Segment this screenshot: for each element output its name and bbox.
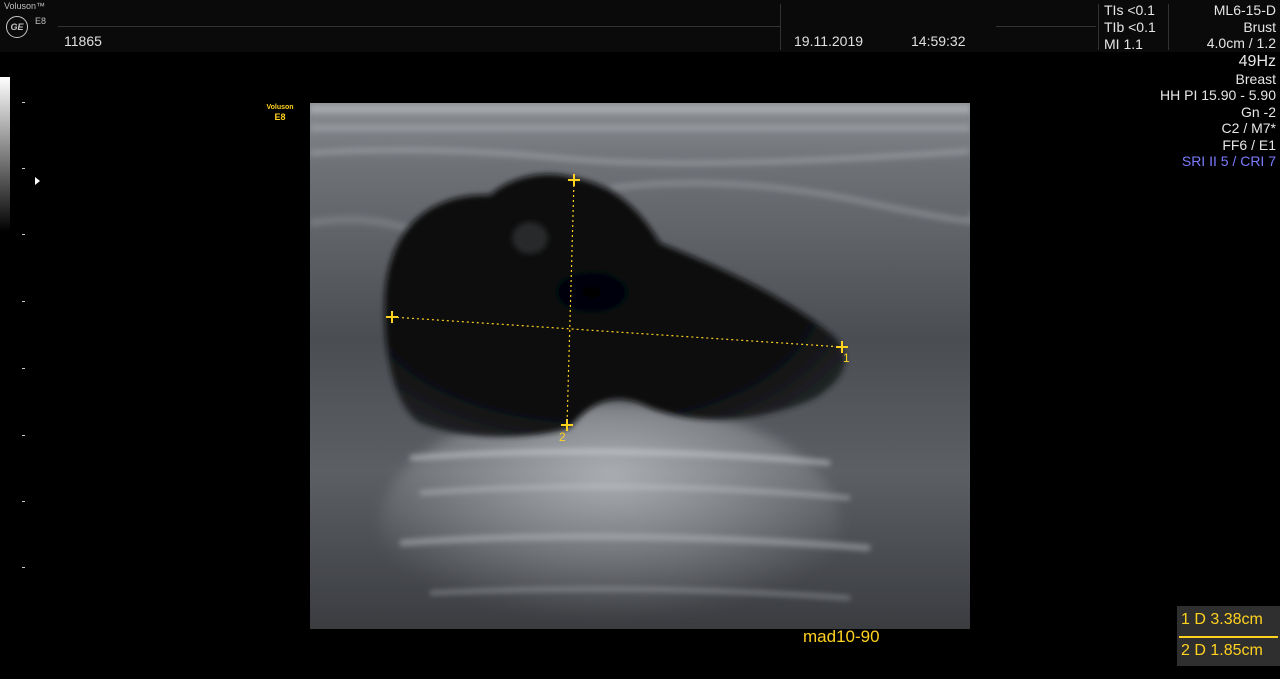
septation xyxy=(512,222,548,254)
measurement-divider xyxy=(1179,636,1278,638)
model-label: E8 xyxy=(35,16,47,26)
measurement-marker-1: 1 xyxy=(843,351,850,365)
ultrasound-image[interactable] xyxy=(310,103,970,629)
image-brand: Voluson E8 xyxy=(262,103,298,123)
header-divider xyxy=(780,4,781,50)
tib-value: TIb <0.1 xyxy=(1104,19,1156,35)
depth-value: 4.0cm / 1.2 xyxy=(1206,35,1276,51)
header-divider xyxy=(1098,4,1099,50)
depth-tick xyxy=(22,368,25,369)
gain-value: Gn -2 xyxy=(1240,103,1276,120)
depth-tick xyxy=(22,435,25,436)
patient-id: 11865 xyxy=(64,33,102,49)
scan-parameters: ML6-15-D Brust 4.0cm / 1.2 49Hz Breast H… xyxy=(1160,2,1276,170)
harmonic-setting: HH PI 15.90 - 5.90 xyxy=(1160,87,1276,103)
program-name: Brust xyxy=(1243,18,1276,35)
brand-label: Voluson™ xyxy=(4,1,46,11)
tis-value: TIs <0.1 xyxy=(1104,2,1155,18)
measurement-results: 1 D 3.38cm 2 D 1.85cm xyxy=(1177,606,1280,666)
frame-rate: 49Hz xyxy=(1238,52,1276,70)
ge-logo-icon: GE xyxy=(6,16,28,38)
preset-label: mad10-90 xyxy=(803,627,880,646)
depth-tick xyxy=(22,301,25,302)
depth-tick xyxy=(22,567,25,568)
image-brand-name: Voluson xyxy=(266,104,294,111)
measurement-row: 1 D 3.38cm xyxy=(1181,611,1263,628)
focus-marker-icon xyxy=(35,177,40,185)
application-name: Breast xyxy=(1235,70,1276,87)
mi-value: MI 1.1 xyxy=(1104,36,1143,52)
header-bar xyxy=(0,0,1280,52)
map-setting: C2 / M7* xyxy=(1221,120,1276,136)
image-brand-model: E8 xyxy=(274,112,286,122)
processing-setting: SRI II 5 / CRI 7 xyxy=(1181,153,1276,169)
probe-name: ML6-15-D xyxy=(1213,2,1276,18)
depth-tick xyxy=(22,168,25,169)
grayscale-bar xyxy=(0,77,10,232)
exam-date: 19.11.2019 xyxy=(794,33,864,49)
exam-time: 14:59:32 xyxy=(911,33,966,49)
measurement-row: 2 D 1.85cm xyxy=(1181,642,1263,659)
header-divider xyxy=(58,26,780,27)
header-divider xyxy=(996,26,1096,27)
depth-tick xyxy=(22,234,25,235)
depth-tick xyxy=(22,501,25,502)
filter-setting: FF6 / E1 xyxy=(1222,136,1276,153)
measurement-marker-2: 2 xyxy=(559,430,566,444)
depth-tick xyxy=(22,102,25,103)
safety-indices: TIs <0.1 TIb <0.1 MI 1.1 xyxy=(1104,2,1156,53)
